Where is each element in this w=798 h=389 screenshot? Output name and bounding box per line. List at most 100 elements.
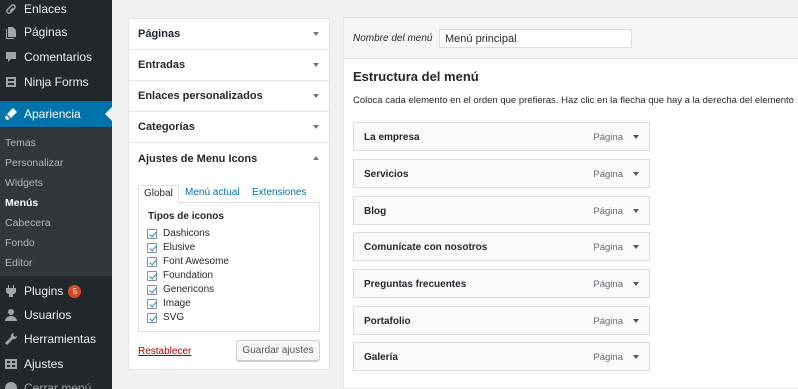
icon-type-svg[interactable]: SVG <box>147 311 184 324</box>
tools-icon <box>4 332 18 346</box>
menu-item-type: Página <box>593 169 623 180</box>
submenu-item-temas[interactable]: Temas <box>5 137 36 149</box>
menu-item[interactable]: La empresa Página <box>353 122 650 151</box>
menu-item[interactable]: Servicios Página <box>353 159 650 188</box>
checkbox-checked[interactable] <box>147 242 157 253</box>
chevron-down-icon[interactable] <box>633 245 639 249</box>
accordion-title: Categorías <box>138 121 195 133</box>
chevron-down-icon <box>313 32 319 36</box>
collapse-menu-button[interactable]: Cerrar menú <box>0 376 112 389</box>
sidebar-item-usuarios[interactable]: Usuarios <box>0 303 112 327</box>
checkbox-checked[interactable] <box>147 312 157 323</box>
sidebar-item-apariencia[interactable]: Apariencia <box>0 101 112 127</box>
chevron-down-icon[interactable] <box>633 319 639 323</box>
icon-type-dashicons[interactable]: Dashicons <box>147 227 210 240</box>
chevron-down-icon[interactable] <box>633 209 639 213</box>
sidebar-item-label: Plugins <box>24 284 64 298</box>
sidebar-item-ninja-forms[interactable]: Ninja Forms <box>0 70 112 94</box>
collapse-icon <box>4 381 18 389</box>
menu-item-type: Página <box>593 242 623 253</box>
menu-item-title: Comunícate con nosotros <box>364 242 488 253</box>
checkbox-label: Font Awesome <box>163 256 229 267</box>
chevron-down-icon <box>313 63 319 67</box>
icon-type-foundation[interactable]: Foundation <box>147 269 213 282</box>
sidebar-item-plugins[interactable]: Plugins 5 <box>0 279 112 303</box>
accordion-menu-icons-settings[interactable]: Ajustes de Menu Icons <box>129 143 329 174</box>
sidebar-item-enlaces[interactable]: Enlaces <box>0 0 112 21</box>
checkbox-checked[interactable] <box>147 228 157 239</box>
sidebar-item-comentarios[interactable]: Comentarios <box>0 45 112 69</box>
checkbox-label: Foundation <box>163 270 214 281</box>
checkbox-label: Elusive <box>163 242 196 253</box>
structure-title: Estructura del menú <box>353 69 479 84</box>
accordion-title: Entradas <box>138 59 186 71</box>
menu-icons-tabs: Global Menú actual Extensiones <box>138 185 320 203</box>
comments-icon <box>4 50 18 64</box>
reset-link[interactable]: Restablecer <box>138 346 191 357</box>
link-icon <box>4 2 18 16</box>
menu-item-type: Página <box>593 316 623 327</box>
accordion-title: Páginas <box>138 28 181 40</box>
settings-icon <box>4 357 18 371</box>
menu-item-title: Galería <box>364 352 398 363</box>
menu-item-title: Portafolio <box>364 316 411 327</box>
collapse-menu-label: Cerrar menú <box>24 381 92 389</box>
menu-item-type: Página <box>593 206 623 217</box>
submenu-item-widgets[interactable]: Widgets <box>5 177 43 189</box>
chevron-down-icon[interactable] <box>633 282 639 286</box>
tab-global[interactable]: Global <box>138 185 179 203</box>
checkbox-label: Image <box>163 298 191 309</box>
save-settings-button[interactable]: Guardar ajustes <box>236 340 320 361</box>
checkbox-checked[interactable] <box>147 284 157 295</box>
tab-menu-actual[interactable]: Menú actual <box>180 185 244 203</box>
admin-sidebar: Enlaces Páginas Comentarios Ninja Forms … <box>0 0 112 389</box>
submenu-item-cabecera[interactable]: Cabecera <box>5 217 51 229</box>
accordion-entradas[interactable]: Entradas <box>129 50 329 81</box>
users-icon <box>4 308 18 322</box>
sidebar-item-label: Ajustes <box>24 357 64 371</box>
checkbox-checked[interactable] <box>147 270 157 281</box>
submenu-item-fondo[interactable]: Fondo <box>5 237 35 249</box>
sidebar-item-label: Herramientas <box>24 332 97 346</box>
submenu-item-menus[interactable]: Menús <box>5 197 38 209</box>
submenu-item-editor[interactable]: Editor <box>5 257 32 269</box>
icon-type-font-awesome[interactable]: Font Awesome <box>147 255 229 268</box>
accordion-paginas[interactable]: Páginas <box>129 19 329 50</box>
icon-types-box: Tipos de iconos Dashicons Elusive Font A… <box>138 202 320 332</box>
icon-type-image[interactable]: Image <box>147 297 191 310</box>
sidebar-item-ajustes[interactable]: Ajustes <box>0 352 112 376</box>
checkbox-checked[interactable] <box>147 256 157 267</box>
icon-types-title: Tipos de iconos <box>148 211 224 222</box>
menu-item-title: La empresa <box>364 132 420 143</box>
menu-name-input[interactable] <box>439 29 632 48</box>
menu-item[interactable]: Blog Página <box>353 196 650 225</box>
menu-item[interactable]: Preguntas frecuentes Página <box>353 269 650 298</box>
accordion-enlaces-personalizados[interactable]: Enlaces personalizados <box>129 81 329 112</box>
menu-name-bar: Nombre del menú <box>344 18 798 59</box>
forms-icon <box>4 75 18 89</box>
menu-item-title: Servicios <box>364 169 409 180</box>
submenu-item-personalizar[interactable]: Personalizar <box>5 157 63 169</box>
menu-item-type: Página <box>593 132 623 143</box>
sidebar-item-label: Usuarios <box>24 308 72 322</box>
menu-item-title: Blog <box>364 206 387 217</box>
sidebar-item-herramientas[interactable]: Herramientas <box>0 327 112 351</box>
menu-item[interactable]: Galería Página <box>353 342 650 371</box>
accordion-title: Enlaces personalizados <box>138 90 263 102</box>
menu-item-type: Página <box>593 352 623 363</box>
icon-type-elusive[interactable]: Elusive <box>147 241 195 254</box>
chevron-down-icon[interactable] <box>633 135 639 139</box>
sidebar-item-label: Apariencia <box>24 107 81 121</box>
menu-item[interactable]: Portafolio Página <box>353 306 650 335</box>
chevron-down-icon[interactable] <box>633 172 639 176</box>
icon-type-genericons[interactable]: Genericons <box>147 283 214 296</box>
sidebar-item-label: Ninja Forms <box>24 75 89 89</box>
sidebar-item-paginas[interactable]: Páginas <box>0 20 112 44</box>
accordion-title: Ajustes de Menu Icons <box>138 152 258 165</box>
tab-extensiones[interactable]: Extensiones <box>247 185 311 203</box>
accordion-categorias[interactable]: Categorías <box>129 112 329 143</box>
checkbox-checked[interactable] <box>147 298 157 309</box>
chevron-down-icon[interactable] <box>633 355 639 359</box>
menu-item[interactable]: Comunícate con nosotros Página <box>353 232 650 261</box>
menu-item-title: Preguntas frecuentes <box>364 279 467 290</box>
